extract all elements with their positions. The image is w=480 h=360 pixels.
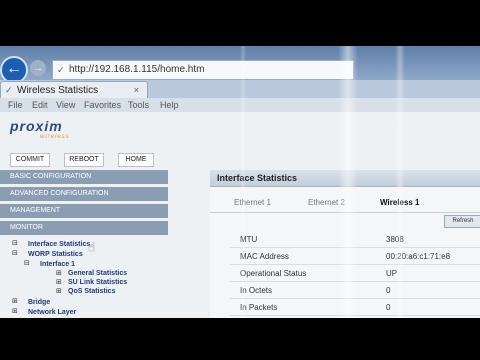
menu-tools[interactable]: Tools (128, 98, 149, 112)
nav-section-label: MONITOR (10, 224, 43, 231)
nav-section-label: BASIC CONFIGURATION (10, 173, 92, 180)
left-navigation: BASIC CONFIGURATION ADVANCED CONFIGURATI… (0, 170, 168, 318)
stat-value: 0 (386, 286, 391, 295)
url-input[interactable]: ✓ http://192.168.1.115/home.htm (52, 60, 354, 80)
tree-su-link-statistics[interactable]: SU Link Statistics (68, 279, 127, 286)
collapse-icon[interactable]: ⊟ (12, 239, 18, 247)
nav-advanced-configuration[interactable]: ADVANCED CONFIGURATION (0, 187, 168, 202)
menu-file[interactable]: File (8, 98, 23, 112)
reboot-button[interactable]: REBOOT (64, 153, 104, 167)
stat-value: 0 (386, 303, 391, 312)
page-icon: ✓ (57, 65, 65, 75)
nav-section-label: MANAGEMENT (10, 207, 61, 214)
menu-view[interactable]: View (56, 98, 75, 112)
tab-wireless-statistics[interactable]: ✓ Wireless Statistics × (0, 81, 148, 99)
expand-icon[interactable]: ⊞ (12, 297, 18, 305)
nav-management[interactable]: MANAGEMENT (0, 204, 168, 219)
stat-label: MAC Address (240, 252, 289, 261)
commit-button[interactable]: COMMIT (10, 153, 50, 167)
collapse-icon[interactable]: ⊟ (12, 249, 18, 257)
forward-button[interactable]: → (30, 60, 46, 76)
proxim-logo: proxim (10, 118, 63, 134)
nav-section-label: ADVANCED CONFIGURATION (10, 190, 109, 197)
close-tab-icon[interactable]: × (134, 82, 139, 99)
menu-favorites[interactable]: Favorites (84, 98, 121, 112)
nav-monitor[interactable]: MONITOR (0, 221, 168, 236)
nav-basic-configuration[interactable]: BASIC CONFIGURATION (0, 170, 168, 185)
url-text: http://192.168.1.115/home.htm (69, 64, 205, 75)
logo-tagline: wireless (40, 134, 70, 140)
leaf-icon: ⊞ (56, 279, 62, 286)
tab-page-icon: ✓ (5, 85, 13, 95)
refresh-button[interactable]: Refresh (444, 215, 480, 228)
panel-title: Interface Statistics (217, 173, 298, 183)
light-streak (240, 46, 246, 318)
light-streak (395, 46, 405, 318)
stat-label: Operational Status (240, 269, 307, 278)
home-button[interactable]: HOME (118, 153, 154, 167)
tree-network-layer[interactable]: Network Layer (28, 309, 76, 316)
tree-bridge[interactable]: Bridge (28, 299, 50, 306)
hand-cursor-icon: ☝ (88, 240, 96, 254)
menu-help[interactable]: Help (160, 98, 179, 112)
tree-interface-statistics[interactable]: Interface Statistics (28, 241, 90, 248)
tree-qos-statistics[interactable]: QoS Statistics (68, 288, 115, 295)
bottom-black-band (0, 318, 480, 360)
leaf-icon: ⊞ (56, 270, 62, 277)
menu-edit[interactable]: Edit (32, 98, 48, 112)
top-black-band (0, 0, 480, 46)
expand-icon[interactable]: ⊞ (12, 307, 18, 315)
tree-general-statistics[interactable]: General Statistics (68, 270, 127, 277)
light-streak (338, 46, 358, 318)
tab-title: Wireless Statistics (17, 85, 99, 96)
tree-worp-statistics[interactable]: WORP Statistics (28, 251, 83, 258)
collapse-icon[interactable]: ⊟ (24, 259, 30, 267)
tree-interface-1[interactable]: Interface 1 (40, 261, 75, 268)
leaf-icon: ⊞ (56, 288, 62, 295)
